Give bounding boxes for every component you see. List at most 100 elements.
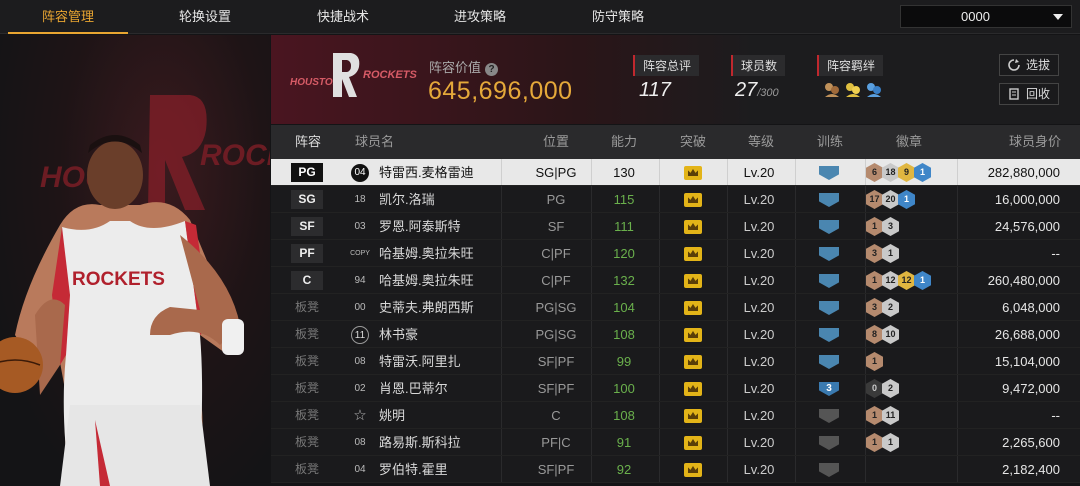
badge-hex-icon: 18 — [882, 163, 899, 182]
column-divider — [957, 348, 958, 374]
training-icon[interactable] — [819, 301, 839, 315]
player-name[interactable]: 罗恩.阿泰斯特 — [379, 213, 461, 240]
table-row[interactable]: SF 03 罗恩.阿泰斯特 SF 111 Lv.20 1 3 24,576,000 — [271, 213, 1080, 240]
player-name[interactable]: 肖恩.巴蒂尔 — [379, 375, 448, 402]
badge-list[interactable]: 11 — [866, 433, 899, 452]
header-level[interactable]: 等级 — [748, 125, 774, 159]
table-row[interactable]: 板凳 00 史蒂夫.弗朗西斯 PG|SG 104 Lv.20 3 2 6,048,000 — [271, 294, 1080, 321]
header-name[interactable]: 球员名 — [355, 125, 394, 159]
player-name[interactable]: 姚明 — [379, 402, 405, 429]
player-position: C|PF — [541, 246, 571, 261]
player-name[interactable]: 凯尔.洛瑞 — [379, 186, 435, 213]
table-row[interactable]: 板凳 08 路易斯.斯科拉 PF|C 91 Lv.20 1 1 2,265,600 — [271, 429, 1080, 456]
table-row[interactable]: 板凳 04 罗伯特.霍里 SF|PF 92 Lv.20 2,182,400 — [271, 456, 1080, 483]
player-position: PF|C — [541, 435, 571, 450]
player-name[interactable]: 路易斯.斯科拉 — [379, 429, 461, 456]
badge-list[interactable]: 17 20 1 — [866, 190, 915, 209]
player-ability: 115 — [613, 192, 635, 207]
header-position[interactable]: 位置 — [543, 125, 569, 159]
player-name[interactable]: 史蒂夫.弗朗西斯 — [379, 294, 474, 321]
slot-badge: PG — [291, 163, 323, 182]
slot-badge: C — [291, 271, 323, 290]
slot-label: 板凳 — [295, 381, 320, 395]
player-name[interactable]: 特雷西.麦格雷迪 — [379, 159, 474, 186]
header-badges[interactable]: 徽章 — [896, 125, 922, 159]
table-row[interactable]: C 94 哈基姆.奥拉朱旺 C|PF 132 Lv.20 1 12 12 1 260,480,000 — [271, 267, 1080, 294]
svg-text:ROCKETS: ROCKETS — [363, 69, 417, 81]
training-icon[interactable] — [819, 220, 839, 234]
crown-icon[interactable] — [684, 301, 702, 315]
recycle-button[interactable]: 回收 — [999, 83, 1059, 105]
crown-icon[interactable] — [684, 355, 702, 369]
badge-list[interactable]: 1 11 — [866, 406, 899, 425]
player-name[interactable]: 特雷沃.阿里扎 — [379, 348, 461, 375]
badge-list[interactable]: 1 — [866, 352, 883, 371]
crown-icon[interactable] — [684, 274, 702, 288]
table-row[interactable]: SG 18 凯尔.洛瑞 PG 115 Lv.20 17 20 1 16,000,000 — [271, 186, 1080, 213]
tab-lineup[interactable]: 阵容管理 — [8, 0, 128, 34]
training-icon[interactable] — [819, 193, 839, 207]
lineup-value-label: 阵容价值? — [429, 57, 499, 76]
tab-quick-tactics[interactable]: 快捷战术 — [283, 0, 403, 34]
badge-list[interactable]: 32 — [866, 298, 899, 317]
select-button[interactable]: 选拔 — [999, 54, 1059, 76]
column-divider — [727, 321, 728, 347]
table-row[interactable]: 板凳 11 林书豪 PG|SG 108 Lv.20 8 10 26,688,000 — [271, 321, 1080, 348]
badge-list[interactable]: 1 12 12 1 — [866, 271, 931, 290]
column-divider — [659, 402, 660, 428]
crown-icon[interactable] — [684, 193, 702, 207]
column-divider — [659, 213, 660, 239]
table-row[interactable]: 板凳 08 特雷沃.阿里扎 SF|PF 99 Lv.20 1 15,104,000 — [271, 348, 1080, 375]
player-name[interactable]: 哈基姆.奥拉朱旺 — [379, 267, 474, 294]
table-row[interactable]: 板凳 ☆ 姚明 C 108 Lv.20 1 11 -- — [271, 402, 1080, 429]
header-ability[interactable]: 能力 — [611, 125, 637, 159]
table-row[interactable]: PF COPY 哈基姆.奥拉朱旺 C|PF 120 Lv.20 3 1 -- — [271, 240, 1080, 267]
training-icon[interactable] — [819, 328, 839, 342]
training-icon[interactable] — [819, 355, 839, 369]
crown-icon[interactable] — [684, 382, 702, 396]
column-divider — [727, 375, 728, 401]
crown-icon[interactable] — [684, 247, 702, 261]
tab-offense[interactable]: 进攻策略 — [420, 0, 540, 34]
badge-hex-icon: 3 — [866, 298, 883, 317]
table-row[interactable]: 板凳 02 肖恩.巴蒂尔 SF|PF 100 Lv.20 3 0 2 9,472,000 — [271, 375, 1080, 402]
badge-list[interactable]: 6 18 9 1 — [866, 163, 931, 182]
crown-icon[interactable] — [684, 220, 702, 234]
badge-list[interactable]: 13 — [866, 217, 899, 236]
help-icon[interactable]: ? — [485, 63, 499, 76]
column-divider — [795, 186, 796, 212]
header-salary[interactable]: 球员身价 — [1009, 125, 1061, 159]
training-icon[interactable] — [819, 247, 839, 261]
star-icon: ☆ — [353, 407, 367, 424]
crown-icon[interactable] — [684, 409, 702, 423]
player-name[interactable]: 林书豪 — [379, 321, 418, 348]
training-icon[interactable] — [819, 274, 839, 288]
currency-dropdown[interactable]: 0000 — [900, 5, 1072, 28]
tab-defense[interactable]: 防守策略 — [558, 0, 678, 34]
table-row[interactable]: PG 04 特雷西.麦格雷迪 SG|PG 130 Lv.20 6 18 9 1 282,880,00… — [271, 159, 1080, 186]
training-icon[interactable] — [819, 166, 839, 180]
bond-icons[interactable] — [823, 81, 885, 104]
player-name[interactable]: 哈基姆.奥拉朱旺 — [379, 240, 474, 267]
slot-label: 板凳 — [295, 354, 320, 368]
player-position: SG|PG — [535, 165, 577, 180]
training-icon[interactable] — [819, 436, 839, 450]
crown-icon[interactable] — [684, 463, 702, 477]
header-training[interactable]: 训练 — [817, 125, 843, 159]
badge-list[interactable]: 02 — [866, 379, 899, 398]
badge-list[interactable]: 8 10 — [866, 325, 899, 344]
player-name[interactable]: 罗伯特.霍里 — [379, 456, 448, 483]
training-icon[interactable] — [819, 409, 839, 423]
column-divider — [659, 375, 660, 401]
crown-icon[interactable] — [684, 166, 702, 180]
header-breakthrough[interactable]: 突破 — [680, 125, 706, 159]
tab-rotation[interactable]: 轮换设置 — [145, 0, 265, 34]
badge-list[interactable]: 31 — [866, 244, 899, 263]
training-icon[interactable] — [819, 463, 839, 477]
crown-icon[interactable] — [684, 436, 702, 450]
column-divider — [501, 402, 502, 428]
crown-icon[interactable] — [684, 328, 702, 342]
badge-hex-icon: 1 — [866, 406, 883, 425]
chevron-down-icon — [1053, 14, 1063, 20]
training-icon[interactable]: 3 — [819, 382, 839, 396]
